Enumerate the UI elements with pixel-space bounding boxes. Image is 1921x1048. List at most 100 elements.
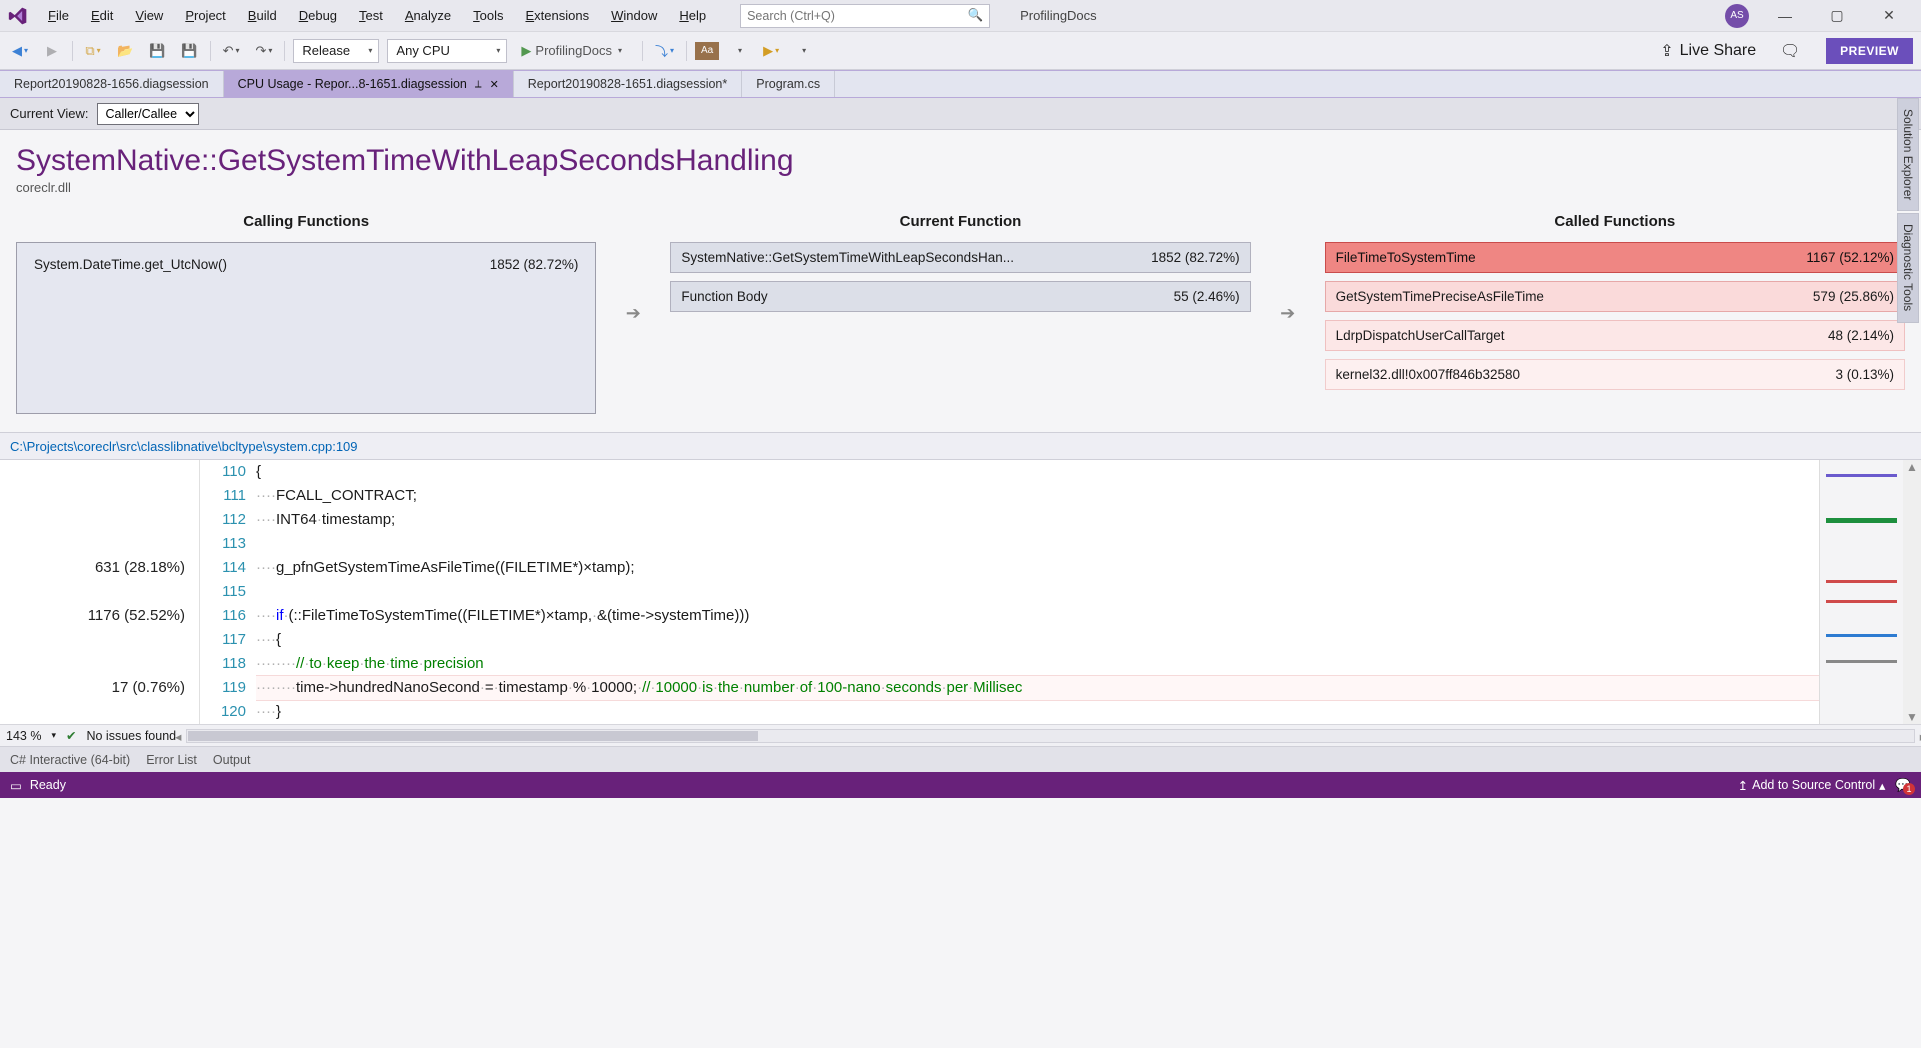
solution-config-combo[interactable]: Release: [293, 39, 379, 63]
user-avatar[interactable]: AS: [1725, 4, 1749, 28]
function-body-row[interactable]: Function Body 55 (2.46%): [670, 281, 1250, 312]
src-metric: [0, 652, 185, 676]
zoom-level[interactable]: 143 %: [6, 729, 41, 743]
menu-analyze[interactable]: Analyze: [395, 5, 461, 26]
maximize-button[interactable]: ▢: [1813, 2, 1861, 30]
bottom-tab[interactable]: Error List: [146, 753, 197, 767]
pin-icon[interactable]: ⟂: [475, 79, 482, 90]
calling-function-row[interactable]: System.DateTime.get_UtcNow()1852 (82.72%…: [23, 249, 589, 280]
notifications-button[interactable]: 💬 1: [1895, 778, 1911, 793]
src-line[interactable]: ····g_pfnGetSystemTimeAsFileTime((FILETI…: [256, 556, 1819, 580]
document-tab[interactable]: CPU Usage - Repor...8-1651.diagsession⟂✕: [224, 71, 514, 97]
src-lineno: 116: [200, 604, 246, 628]
fn-metric: 1852 (82.72%): [490, 257, 579, 272]
src-line[interactable]: ····INT64·timestamp;: [256, 508, 1819, 532]
nav-forward-button[interactable]: ▶: [40, 39, 64, 63]
output-window-icon[interactable]: ▭: [10, 778, 22, 793]
save-button[interactable]: 💾: [145, 39, 169, 63]
fn-metric: 3 (0.13%): [1835, 367, 1894, 382]
horizontal-scrollbar[interactable]: ◂ ▸: [186, 729, 1915, 743]
menu-edit[interactable]: Edit: [81, 5, 123, 26]
overview-ruler[interactable]: [1819, 460, 1903, 724]
src-line[interactable]: ····FCALL_CONTRACT;: [256, 484, 1819, 508]
current-view-select[interactable]: Caller/Callee: [97, 103, 199, 125]
search-input[interactable]: [747, 9, 947, 23]
scroll-down-icon[interactable]: ▼: [1906, 710, 1918, 724]
menu-extensions[interactable]: Extensions: [515, 5, 599, 26]
called-function-row[interactable]: FileTimeToSystemTime1167 (52.12%): [1325, 242, 1905, 273]
src-lineno: 113: [200, 532, 246, 556]
current-function-row[interactable]: SystemNative::GetSystemTimeWithLeapSecon…: [670, 242, 1250, 273]
src-line[interactable]: [256, 580, 1819, 604]
document-tab[interactable]: Program.cs: [742, 71, 835, 97]
quick-launch[interactable]: 🔍: [740, 4, 990, 28]
new-project-button[interactable]: ⧉▾: [81, 39, 105, 63]
src-line[interactable]: ····{: [256, 628, 1819, 652]
calling-title: Calling Functions: [16, 213, 596, 236]
close-button[interactable]: ✕: [1865, 2, 1913, 30]
src-code-body[interactable]: {····FCALL_CONTRACT;····INT64·timestamp;…: [256, 460, 1819, 724]
side-tab-solution explorer[interactable]: Solution Explorer: [1897, 98, 1919, 211]
start-debug-button[interactable]: ▶ ProfilingDocs ▾: [515, 39, 634, 63]
src-line[interactable]: [256, 532, 1819, 556]
open-file-button[interactable]: 📂: [113, 39, 137, 63]
scroll-thumb[interactable]: [188, 731, 758, 741]
src-line[interactable]: ········//·to·keep·the·time·precision: [256, 652, 1819, 676]
menu-window[interactable]: Window: [601, 5, 667, 26]
menu-build[interactable]: Build: [238, 5, 287, 26]
issues-label[interactable]: No issues found: [86, 729, 176, 743]
menu-file[interactable]: File: [38, 5, 79, 26]
menu-project[interactable]: Project: [175, 5, 235, 26]
src-metric: [0, 460, 185, 484]
menu-tools[interactable]: Tools: [463, 5, 513, 26]
src-lineno: 110: [200, 460, 246, 484]
fn-metric: 1167 (52.12%): [1806, 250, 1894, 265]
side-tab-diagnostic tools[interactable]: Diagnostic Tools: [1897, 213, 1919, 322]
scroll-up-icon[interactable]: ▲: [1906, 460, 1918, 474]
preview-button[interactable]: PREVIEW: [1826, 38, 1913, 64]
src-lineno: 117: [200, 628, 246, 652]
save-all-button[interactable]: 💾: [177, 39, 201, 63]
fn-metric: 579 (25.86%): [1813, 289, 1894, 304]
undo-button[interactable]: ↶▾: [219, 39, 244, 63]
solution-platform-combo[interactable]: Any CPU: [387, 39, 507, 63]
live-share-icon: ⇪: [1660, 41, 1673, 61]
minimize-button[interactable]: —: [1761, 2, 1809, 30]
menu-test[interactable]: Test: [349, 5, 393, 26]
menu-help[interactable]: Help: [669, 5, 716, 26]
bottom-tab[interactable]: Output: [213, 753, 251, 767]
redo-button[interactable]: ↷▾: [252, 39, 277, 63]
called-function-row[interactable]: LdrpDispatchUserCallTarget48 (2.14%): [1325, 320, 1905, 351]
current-metric: 1852 (82.72%): [1151, 250, 1240, 265]
main-menu: FileEditViewProjectBuildDebugTestAnalyze…: [38, 5, 716, 26]
src-lineno: 112: [200, 508, 246, 532]
vertical-scrollbar[interactable]: ▲ ▼: [1903, 460, 1921, 724]
source-path-bar[interactable]: C:\Projects\coreclr\src\classlibnative\b…: [0, 432, 1921, 460]
find-in-files-button[interactable]: Aa: [695, 42, 719, 60]
start-without-debug-button[interactable]: ▶▾: [759, 39, 783, 63]
called-function-row[interactable]: kernel32.dll!0x007ff846b325803 (0.13%): [1325, 359, 1905, 390]
source-control-button[interactable]: ↥ Add to Source Control ▴: [1738, 778, 1886, 793]
src-metric: 17 (0.76%): [0, 676, 185, 700]
scroll-left-icon[interactable]: ◂: [175, 729, 181, 744]
src-line[interactable]: {: [256, 460, 1819, 484]
status-bar: ▭ Ready ↥ Add to Source Control ▴ 💬 1: [0, 772, 1921, 798]
feedback-button[interactable]: 🗨: [1776, 41, 1804, 61]
document-tab[interactable]: Report20190828-1656.diagsession: [0, 71, 224, 97]
document-tab[interactable]: Report20190828-1651.diagsession*: [514, 71, 742, 97]
bottom-tab[interactable]: C# Interactive (64-bit): [10, 753, 130, 767]
status-ready: Ready: [30, 778, 66, 792]
src-lineno-gutter: 110111112113114115116117118119120: [200, 460, 256, 724]
step-into-button[interactable]: ⤵▾: [651, 39, 678, 63]
nav-back-button[interactable]: ◀▾: [8, 39, 32, 63]
menu-view[interactable]: View: [125, 5, 173, 26]
src-line[interactable]: ····if·(::FileTimeToSystemTime((FILETIME…: [256, 604, 1819, 628]
src-lineno: 114: [200, 556, 246, 580]
src-line[interactable]: ····}: [256, 700, 1819, 724]
src-metric: [0, 532, 185, 556]
live-share-button[interactable]: ⇪ Live Share: [1648, 41, 1768, 61]
close-tab-icon[interactable]: ✕: [490, 78, 499, 91]
menu-debug[interactable]: Debug: [289, 5, 347, 26]
src-line[interactable]: ········time->hundredNanoSecond·=·timest…: [256, 676, 1819, 700]
called-function-row[interactable]: GetSystemTimePreciseAsFileTime579 (25.86…: [1325, 281, 1905, 312]
